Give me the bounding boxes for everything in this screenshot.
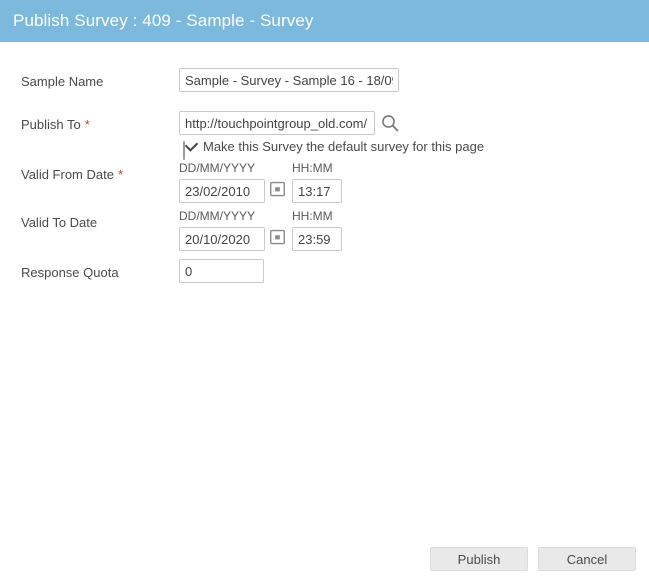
cancel-button[interactable]: Cancel <box>538 547 636 571</box>
calendar-icon[interactable] <box>269 229 286 245</box>
response-quota-label: Response Quota <box>21 265 119 280</box>
valid-from-date-format-hint: DD/MM/YYYY <box>179 161 256 175</box>
valid-from-date-input[interactable] <box>179 179 265 203</box>
publish-button[interactable]: Publish <box>430 547 528 571</box>
required-asterisk: * <box>117 167 124 182</box>
publish-survey-dialog: Publish Survey : 409 - Sample - Survey S… <box>0 0 649 579</box>
valid-to-time-format-hint: HH:MM <box>292 209 333 223</box>
checkbox-box <box>183 138 199 160</box>
valid-to-date-format-hint: DD/MM/YYYY <box>179 209 256 223</box>
publish-to-label-text: Publish To <box>21 117 81 132</box>
valid-from-time-format-hint: HH:MM <box>292 161 333 175</box>
check-icon <box>184 138 199 152</box>
default-survey-label: Make this Survey the default survey for … <box>203 139 485 154</box>
valid-to-time-input[interactable] <box>292 227 342 251</box>
dialog-footer: Publish Cancel <box>0 545 649 579</box>
search-icon[interactable] <box>380 113 400 133</box>
dialog-header: Publish Survey : 409 - Sample - Survey <box>0 0 649 42</box>
valid-from-time-input[interactable] <box>292 179 342 203</box>
valid-from-date-label: Valid From Date * <box>21 167 123 182</box>
sample-name-input[interactable] <box>179 68 399 92</box>
sample-name-label: Sample Name <box>21 74 104 89</box>
valid-to-date-input[interactable] <box>179 227 265 251</box>
default-survey-checkbox[interactable] <box>183 138 199 160</box>
calendar-icon[interactable] <box>269 181 286 197</box>
publish-to-label: Publish To * <box>21 117 90 132</box>
required-asterisk: * <box>84 117 90 132</box>
page-title: Publish Survey : 409 - Sample - Survey <box>13 11 314 30</box>
publish-to-input[interactable] <box>179 111 375 135</box>
valid-from-date-label-text: Valid From Date <box>21 167 114 182</box>
valid-to-date-label: Valid To Date <box>21 215 98 230</box>
response-quota-input[interactable] <box>179 259 264 283</box>
